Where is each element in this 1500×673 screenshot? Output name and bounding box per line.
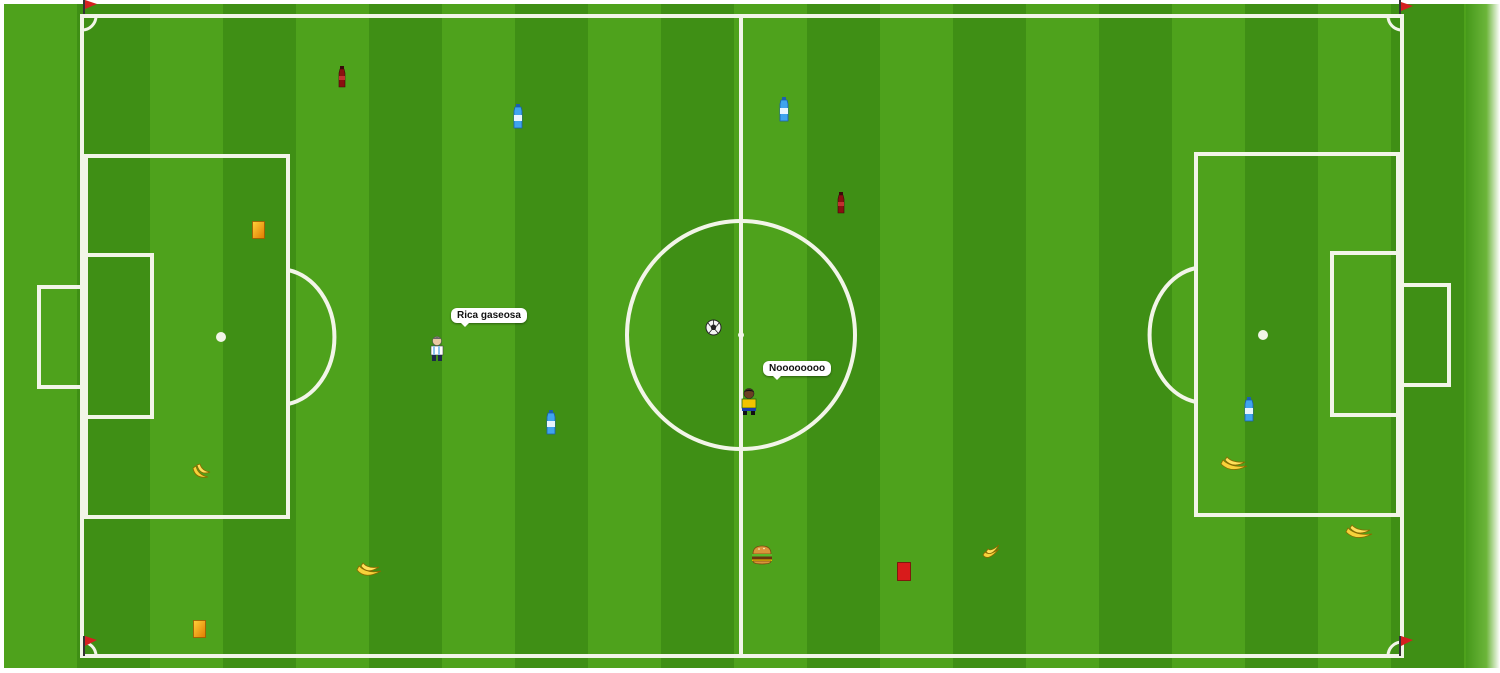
banana-icon[interactable] xyxy=(1344,523,1374,543)
yellow-card-icon[interactable] xyxy=(193,620,206,638)
soda-bottle-icon[interactable] xyxy=(337,66,347,88)
banana-icon[interactable] xyxy=(355,562,383,580)
player-avatar-icon[interactable] xyxy=(428,336,446,362)
water-bottle-icon[interactable] xyxy=(512,104,524,130)
banana-icon[interactable] xyxy=(190,462,212,482)
right-penalty-arc xyxy=(1147,266,1197,404)
corner-flag-icon xyxy=(83,0,97,14)
game-stage[interactable]: Rica gaseosa Noooooooo xyxy=(0,0,1500,673)
corner-arc-top-left xyxy=(81,15,98,32)
water-bottle-icon[interactable] xyxy=(778,97,790,123)
right-penalty-spot xyxy=(1258,330,1268,340)
water-bottle-icon[interactable] xyxy=(545,410,557,436)
speech-bubble: Rica gaseosa xyxy=(451,308,527,327)
right-goal xyxy=(1400,283,1451,387)
center-spot xyxy=(738,332,744,338)
banana-icon[interactable] xyxy=(980,543,1002,563)
water-bottle-icon[interactable] xyxy=(1243,397,1255,423)
corner-arc-top-right xyxy=(1386,15,1403,32)
player-avatar-icon[interactable] xyxy=(739,388,759,415)
yellow-card-icon[interactable] xyxy=(252,221,265,239)
left-penalty-arc xyxy=(287,268,337,406)
pitch-markings xyxy=(37,0,1451,658)
corner-flag-icon xyxy=(1399,0,1413,14)
soda-bottle-icon[interactable] xyxy=(836,192,846,214)
soccer-ball-icon[interactable] xyxy=(705,319,722,336)
left-penalty-spot xyxy=(216,332,226,342)
left-goal-area xyxy=(84,253,154,419)
left-penalty-area xyxy=(84,154,290,519)
burger-icon[interactable] xyxy=(751,545,773,565)
speech-bubble: Noooooooo xyxy=(763,361,832,380)
right-goal-area xyxy=(1330,251,1400,417)
red-card-icon[interactable] xyxy=(897,562,911,581)
left-goal xyxy=(37,285,84,389)
banana-icon[interactable] xyxy=(1219,456,1249,474)
